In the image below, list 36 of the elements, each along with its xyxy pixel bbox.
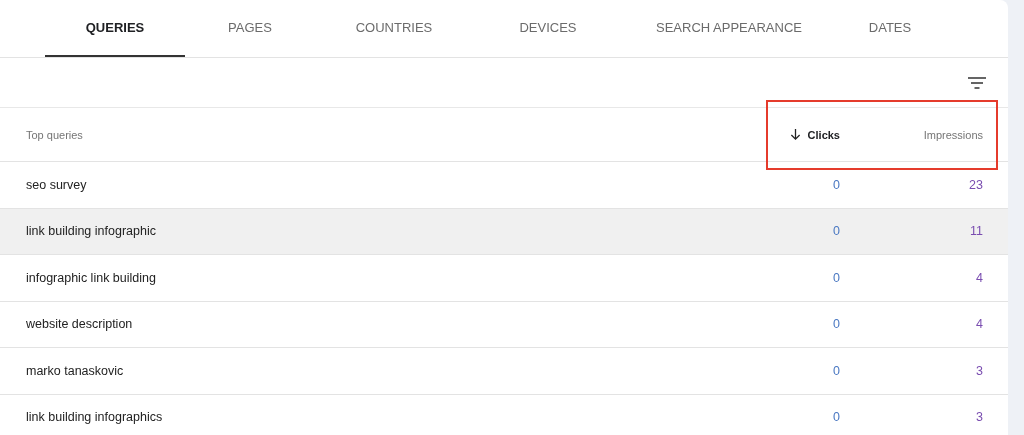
table-row[interactable]: seo survey 0 23	[0, 162, 1008, 209]
table-row[interactable]: marko tanaskovic 0 3	[0, 348, 1008, 395]
table-row[interactable]: link building infographics 0 3	[0, 394, 1008, 435]
clicks-cell-text: 0	[832, 177, 840, 192]
table-row[interactable]: link building infographic 0 11	[0, 208, 1008, 255]
report-tab[interactable]: SEARCH APPEARANCE	[623, 0, 835, 57]
impressions-cell-text: 23	[968, 177, 984, 192]
impressions-cell-text: 4	[975, 317, 984, 332]
query-cell-text: website description	[25, 317, 134, 332]
report-tab[interactable]: DEVICES	[473, 0, 623, 57]
report-tab[interactable]: DATES	[835, 0, 945, 57]
query-cell-text: seo survey	[25, 177, 88, 192]
column-label: Clicks	[807, 128, 840, 141]
column-header[interactable]: Top queries	[0, 128, 690, 141]
impressions-cell-text: 11	[969, 224, 984, 239]
report-tab[interactable]: PAGES	[185, 0, 315, 57]
filter-icon[interactable]	[968, 76, 986, 89]
query-cell-text: marko tanaskovic	[25, 363, 125, 378]
sort-down-icon	[789, 129, 801, 140]
table-row[interactable]: website description 0 4	[0, 301, 1008, 348]
query-cell-text: link building infographics	[25, 410, 164, 425]
impressions-cell-text: 3	[975, 410, 984, 425]
clicks-cell-text: 0	[832, 363, 840, 378]
column-header[interactable]: Clicks	[690, 128, 840, 141]
report-tab[interactable]: QUERIES	[45, 0, 185, 57]
query-cell-text: infographic link building	[25, 270, 157, 285]
report-tab[interactable]: COUNTRIES	[315, 0, 473, 57]
clicks-cell-text: 0	[832, 317, 840, 332]
impressions-cell-text: 4	[975, 270, 984, 285]
table-row[interactable]: infographic link building 0 4	[0, 255, 1008, 302]
impressions-cell-text: 3	[975, 363, 984, 378]
clicks-cell-text: 0	[832, 224, 840, 239]
clicks-cell-text: 0	[832, 410, 840, 425]
column-header[interactable]: Impressions	[840, 128, 1008, 141]
clicks-cell-text: 0	[832, 270, 840, 285]
query-cell-text: link building infographic	[25, 224, 157, 239]
